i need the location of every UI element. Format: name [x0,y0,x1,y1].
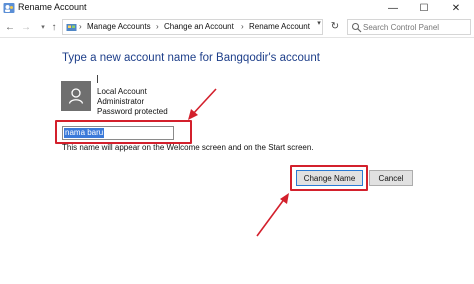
breadcrumb-separator: › [241,22,244,31]
user-silhouette-icon [68,88,84,104]
account-name-cursor [97,75,98,83]
minimize-button[interactable]: — [378,0,408,17]
breadcrumb[interactable]: › Manage Accounts › Change an Account › … [62,19,323,35]
refresh-icon[interactable]: ↻ [329,21,341,33]
page-title: Type a new account name for Bangqodir's … [62,52,320,64]
back-arrow-icon[interactable]: ← [4,20,16,34]
search-box[interactable] [347,19,471,35]
avatar [61,81,91,111]
user-accounts-icon [3,3,15,13]
cancel-button[interactable]: Cancel [369,170,413,186]
address-dropdown-chevron-icon[interactable]: ▾ [314,19,324,31]
breadcrumb-separator: › [156,22,159,31]
arrow-to-button-icon [256,193,289,237]
title-bar: Rename Account — ☐ ✕ [0,0,474,17]
forward-arrow-icon[interactable]: → [20,20,32,34]
navigation-bar: ← → ▾ ↑ › Manage Accounts › Change an Ac… [0,17,474,38]
breadcrumb-rename-account[interactable]: Rename Account [249,22,310,31]
account-type-text: Local Account [97,87,147,96]
up-arrow-icon[interactable]: ↑ [48,20,60,34]
name-hint-text: This name will appear on the Welcome scr… [62,143,314,152]
arrow-to-input-icon [188,88,217,120]
account-status-text: Password protected [97,107,168,116]
input-highlight-box [55,120,192,144]
search-icon [351,22,362,33]
maximize-button[interactable]: ☐ [409,0,439,17]
breadcrumb-separator: › [79,22,82,31]
breadcrumb-change-an-account[interactable]: Change an Account [164,22,234,31]
breadcrumb-manage-accounts[interactable]: Manage Accounts [87,22,151,31]
account-role-text: Administrator [97,97,145,106]
close-button[interactable]: ✕ [441,0,471,17]
control-panel-icon [66,24,77,31]
search-input[interactable] [363,21,468,33]
window-title: Rename Account [18,2,87,12]
button-highlight-box [290,165,368,191]
